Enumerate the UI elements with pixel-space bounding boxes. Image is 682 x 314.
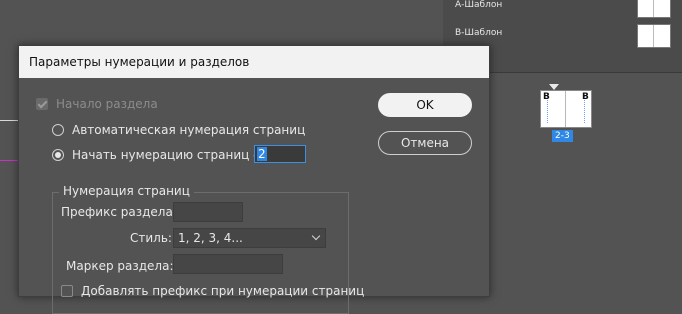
section-prefix-input[interactable] xyxy=(173,202,243,222)
chevron-down-icon xyxy=(311,231,321,241)
start-page-input[interactable]: 2 xyxy=(254,145,306,163)
left-page-master-letter: В xyxy=(543,92,550,102)
include-prefix-label[interactable]: Добавлять префикс при нумерации страниц xyxy=(81,284,364,298)
master-a-label[interactable]: А-Шаблон xyxy=(455,0,502,10)
section-prefix-label: Префикс раздела: xyxy=(61,205,177,219)
document-edge xyxy=(0,120,18,121)
start-at-label[interactable]: Начать нумерацию страниц с: xyxy=(72,148,264,162)
style-label: Стиль: xyxy=(130,231,172,245)
cancel-button[interactable]: Отмена xyxy=(378,131,472,155)
dialog-title: Параметры нумерации и разделов xyxy=(19,46,489,78)
section-marker-label: Маркер раздела: xyxy=(66,259,174,273)
auto-numbering-radio[interactable] xyxy=(52,124,64,136)
master-b-label[interactable]: В-Шаблон xyxy=(455,28,502,38)
auto-numbering-label[interactable]: Автоматическая нумерация страниц xyxy=(72,123,305,137)
master-b-thumbnail[interactable] xyxy=(637,24,671,48)
section-start-label: Начало раздела xyxy=(56,97,158,111)
style-select[interactable]: 1, 2, 3, 4... xyxy=(173,228,326,248)
auto-numbering-option[interactable]: Автоматическая нумерация страниц xyxy=(52,123,305,137)
page-numbering-title: Нумерация страниц xyxy=(59,184,194,198)
style-value: 1, 2, 3, 4... xyxy=(178,231,243,245)
right-page-master-letter: В xyxy=(582,92,589,102)
start-at-option[interactable]: Начать нумерацию страниц с: xyxy=(52,148,264,162)
master-a-thumbnail[interactable] xyxy=(637,0,671,18)
spread-label: 2-3 xyxy=(552,130,573,142)
ok-button[interactable]: OK xyxy=(378,93,472,117)
section-marker-input[interactable] xyxy=(173,254,283,274)
include-prefix-option[interactable]: Добавлять префикс при нумерации страниц xyxy=(61,284,364,298)
start-page-value[interactable]: 2 xyxy=(257,147,267,161)
include-prefix-checkbox[interactable] xyxy=(61,285,73,297)
numbering-sections-dialog: Параметры нумерации и разделов Начало ра… xyxy=(18,45,490,314)
start-at-radio[interactable] xyxy=(52,149,64,161)
section-start-checkbox xyxy=(36,98,48,110)
document-margin-guide xyxy=(0,160,18,161)
spread-pages[interactable]: В В xyxy=(540,90,592,128)
section-start-option: Начало раздела xyxy=(36,97,158,111)
